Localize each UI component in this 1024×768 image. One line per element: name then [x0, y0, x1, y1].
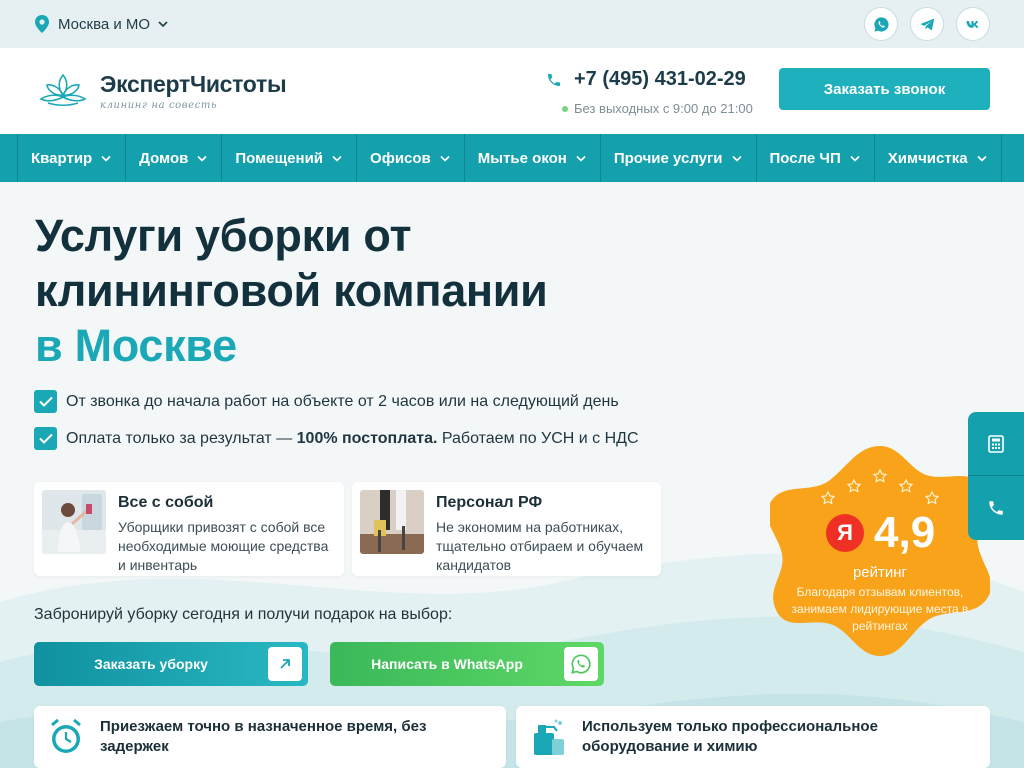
brand-name: ЭкспертЧистоты	[100, 71, 287, 97]
nav-item-houses[interactable]: Домов	[126, 134, 223, 182]
nav-item-windows[interactable]: Мытье окон	[465, 134, 601, 182]
side-widget	[968, 412, 1024, 540]
perk-text: Используем только профессиональное обору…	[582, 718, 878, 755]
feature-title: Персонал РФ	[436, 494, 543, 511]
brand-tagline: клининг на совесть	[100, 100, 218, 111]
nav-item-premises[interactable]: Помещений	[222, 134, 358, 182]
checkmark-icon	[34, 390, 57, 413]
nav-item-label: Помещений	[235, 149, 324, 167]
yandex-rating-badge: Я 4,9 рейтинг Благодаря отзывам клиентов…	[770, 442, 990, 656]
nav-item-apartments[interactable]: Квартир	[17, 134, 127, 182]
checklist-text: От звонка до начала работ на объекте от …	[66, 392, 619, 410]
feature-desc: Не экономим на работниках, тщательно отб…	[436, 519, 644, 573]
chevron-down-icon	[197, 155, 207, 162]
nav-item-label: После ЧП	[769, 149, 841, 167]
work-hours: Без выходных с 9:00 до 21:00	[562, 101, 753, 116]
alarm-clock-icon	[51, 718, 81, 753]
rating-score: 4,9	[874, 508, 936, 557]
nav-item-label: Офисов	[370, 149, 431, 167]
site-header: ЭкспертЧистоты клининг на совесть +7 (49…	[0, 48, 1024, 134]
arrow-up-right-icon	[268, 647, 302, 681]
perk-card: Приезжаем точно в назначенное время, без…	[34, 706, 506, 768]
city-selector[interactable]: Москва и МО	[34, 15, 168, 33]
chevron-down-icon	[332, 155, 342, 162]
main-nav: Квартир Домов Помещений Офисов Мытье око…	[0, 134, 1024, 182]
nav-item-dry-cleaning[interactable]: Химчистка	[875, 134, 1002, 182]
call-button[interactable]	[968, 476, 1024, 540]
yandex-logo-icon: Я	[826, 514, 864, 552]
phone-link[interactable]: +7 (495) 431-02-29	[546, 68, 753, 91]
perk-text: Приезжаем точно в назначенное время, без…	[100, 718, 427, 755]
whatsapp-link[interactable]	[864, 7, 898, 41]
hero-title-line2: клининговой компании	[35, 265, 548, 316]
rating-stars	[820, 468, 940, 504]
perk-card: Используем только профессиональное обору…	[516, 706, 990, 768]
hero-title-line1: Услуги уборки от	[35, 210, 412, 261]
chevron-down-icon	[101, 155, 111, 162]
work-hours-text: Без выходных с 9:00 до 21:00	[574, 101, 753, 116]
telegram-link[interactable]	[910, 7, 944, 41]
whatsapp-icon	[564, 647, 598, 681]
phone-number: +7 (495) 431-02-29	[574, 68, 746, 90]
order-cleaning-label: Заказать уборку	[94, 656, 208, 672]
chevron-down-icon	[158, 21, 168, 28]
location-pin-icon	[35, 15, 49, 33]
online-dot-icon	[562, 105, 568, 112]
gift-offer-text: Забронируй уборку сегодня и получи подар…	[34, 606, 453, 623]
nav-item-emergency[interactable]: После ЧП	[757, 134, 875, 182]
checkmark-icon	[34, 427, 57, 450]
nav-item-label: Химчистка	[887, 149, 968, 167]
feature-title: Все с собой	[118, 494, 214, 511]
rating-score-row: Я 4,9	[826, 508, 935, 558]
phone-icon	[989, 501, 1003, 515]
nav-item-label: Квартир	[31, 149, 93, 167]
nav-item-label: Прочие услуги	[613, 149, 723, 167]
phone-icon	[548, 73, 560, 86]
brand-logo[interactable]: ЭкспертЧистоты клининг на совесть	[34, 71, 287, 111]
calculator-icon	[988, 434, 1004, 453]
whatsapp-icon	[873, 16, 889, 32]
order-cleaning-button[interactable]: Заказать уборку	[34, 642, 308, 686]
whatsapp-button[interactable]: Написать в WhatsApp	[330, 642, 604, 686]
telegram-icon	[919, 17, 934, 31]
rating-desc: Благодаря отзывам клиентов, занимаем лид…	[791, 585, 969, 633]
callback-button[interactable]: Заказать звонок	[779, 68, 990, 110]
nav-item-label: Мытье окон	[477, 149, 567, 167]
top-bar: Москва и МО	[0, 0, 1024, 48]
checklist-item: От звонка до начала работ на объекте от …	[34, 390, 639, 413]
social-links	[864, 7, 990, 41]
hero-section: Услуги уборки от клининговой компании в …	[0, 182, 1024, 768]
chevron-down-icon	[850, 155, 860, 162]
feature-desc: Уборщики привозят с собой все необходимы…	[118, 519, 329, 573]
chevron-down-icon	[576, 155, 586, 162]
feature-card: Все с собой Уборщики привозят с собой вс…	[34, 482, 344, 576]
checklist-item: Оплата только за результат — 100% постоп…	[34, 427, 639, 450]
nav-item-label: Домов	[139, 149, 189, 167]
hero-title: Услуги уборки от клининговой компании в …	[35, 208, 548, 373]
lotus-logo-icon	[39, 73, 87, 107]
cleaner-photo	[42, 490, 106, 554]
chevron-down-icon	[440, 155, 450, 162]
whatsapp-label: Написать в WhatsApp	[371, 656, 523, 672]
vk-link[interactable]	[956, 7, 990, 41]
benefit-checklist: От звонка до начала работ на объекте от …	[34, 390, 639, 464]
chevron-down-icon	[731, 155, 742, 162]
feature-card: Персонал РФ Не экономим на работниках, т…	[352, 482, 661, 576]
nav-item-offices[interactable]: Офисов	[357, 134, 465, 182]
cleaning-supplies-icon	[534, 719, 564, 755]
staff-photo	[360, 490, 424, 554]
checklist-text: Оплата только за результат — 100% постоп…	[66, 429, 639, 447]
hero-title-accent: в Москве	[35, 320, 237, 371]
vk-icon	[965, 20, 978, 28]
city-label: Москва и МО	[58, 15, 151, 33]
rating-label: рейтинг	[852, 564, 908, 581]
contact-block: +7 (495) 431-02-29 Без выходных с 9:00 д…	[546, 68, 753, 116]
calculator-button[interactable]	[968, 412, 1024, 476]
chevron-down-icon	[976, 155, 987, 162]
nav-item-other[interactable]: Прочие услуги	[601, 134, 757, 182]
